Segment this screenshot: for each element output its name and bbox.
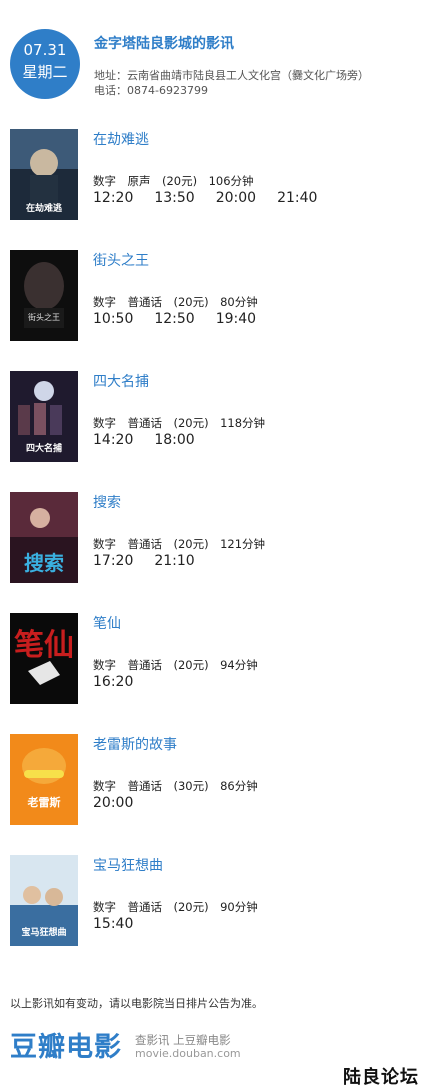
showtime[interactable]: 18:00 <box>154 432 194 448</box>
schedule-notice: 以上影讯如有变动，请以电影院当日排片公告为准。 <box>10 997 263 1010</box>
douban-movie-logo[interactable]: 豆瓣电影 <box>10 1025 122 1064</box>
showtimes: 10:50 12:50 19:40 <box>93 311 277 327</box>
showtime[interactable]: 20:00 <box>93 795 133 811</box>
showtime[interactable]: 17:20 <box>93 553 133 569</box>
date-badge: 07.31 星期二 <box>10 29 80 99</box>
forum-watermark: 陆良论坛 <box>343 1067 419 1088</box>
douban-tagline: 查影讯 上豆瓣电影 <box>135 1033 231 1047</box>
movie-item: 宝马狂想曲 宝马狂想曲 数字 普通话 (20元) 90分钟 15:40 <box>0 855 440 955</box>
showtime[interactable]: 15:40 <box>93 916 133 932</box>
showtime[interactable]: 21:10 <box>154 553 194 569</box>
cinema-name[interactable]: 金字塔陆良影城的影讯 <box>94 33 234 53</box>
movie-item: 街头之王 街头之王 数字 普通话 (20元) 80分钟 10:50 12:50 19… <box>0 250 440 350</box>
movie-title[interactable]: 街头之王 <box>93 250 149 270</box>
showtimes: 12:20 13:50 20:00 21:40 <box>93 190 338 206</box>
movie-poster[interactable]: 老雷斯 <box>10 734 78 825</box>
showtime[interactable]: 14:20 <box>93 432 133 448</box>
showtime[interactable]: 13:50 <box>154 190 194 206</box>
movie-info: 数字 普通话 (20元) 90分钟 <box>93 900 258 914</box>
svg-text:四大名捕: 四大名捕 <box>26 442 62 454</box>
svg-text:街头之王: 街头之王 <box>28 312 60 322</box>
movie-poster[interactable]: 宝马狂想曲 <box>10 855 78 946</box>
douban-site-link[interactable]: movie.douban.com <box>135 1047 241 1060</box>
movie-poster[interactable]: 搜索 <box>10 492 78 583</box>
showtimes: 14:20 18:00 <box>93 432 216 448</box>
showtime[interactable]: 16:20 <box>93 674 133 690</box>
movie-title[interactable]: 老雷斯的故事 <box>93 734 177 754</box>
cinema-address: 地址：云南省曲靖市陆良县工人文化宫（爨文化广场旁） <box>94 69 369 82</box>
svg-text:笔仙: 笔仙 <box>14 628 74 663</box>
movie-title[interactable]: 四大名捕 <box>93 371 149 391</box>
showtimes: 16:20 <box>93 674 154 690</box>
movie-title[interactable]: 笔仙 <box>93 613 121 633</box>
movie-item: 四大名捕 四大名捕 数字 普通话 (20元) 118分钟 14:20 18:00 <box>0 371 440 471</box>
movie-poster[interactable]: 笔仙 <box>10 613 78 704</box>
movie-info: 数字 原声 (20元) 106分钟 <box>93 174 254 188</box>
movie-item: 老雷斯 老雷斯的故事 数字 普通话 (30元) 86分钟 20:00 <box>0 734 440 834</box>
movie-info: 数字 普通话 (20元) 118分钟 <box>93 416 266 430</box>
movie-poster[interactable]: 在劫难逃 <box>10 129 78 220</box>
movie-info: 数字 普通话 (20元) 80分钟 <box>93 295 258 309</box>
showtime[interactable]: 12:20 <box>93 190 133 206</box>
movie-item: 搜索 搜索 数字 普通话 (20元) 121分钟 17:20 21:10 <box>0 492 440 592</box>
svg-text:宝马狂想曲: 宝马狂想曲 <box>21 926 66 938</box>
showtime[interactable]: 21:40 <box>277 190 317 206</box>
movie-info: 数字 普通话 (20元) 94分钟 <box>93 658 258 672</box>
date-text: 07.31 <box>23 41 67 59</box>
cinema-phone: 电话：0874-6923799 <box>94 84 208 97</box>
svg-text:老雷斯: 老雷斯 <box>27 795 61 809</box>
movie-info: 数字 普通话 (20元) 121分钟 <box>93 537 266 551</box>
movie-title[interactable]: 搜索 <box>93 492 121 512</box>
movie-poster[interactable]: 街头之王 <box>10 250 78 341</box>
movie-title[interactable]: 宝马狂想曲 <box>93 855 163 875</box>
showtime[interactable]: 10:50 <box>93 311 133 327</box>
movie-info: 数字 普通话 (30元) 86分钟 <box>93 779 258 793</box>
movie-title[interactable]: 在劫难逃 <box>93 129 149 149</box>
movie-item: 在劫难逃 在劫难逃 数字 原声 (20元) 106分钟 12:20 13:50 20… <box>0 129 440 229</box>
showtimes: 15:40 <box>93 916 154 932</box>
movie-poster[interactable]: 四大名捕 <box>10 371 78 462</box>
showtimes: 20:00 <box>93 795 154 811</box>
weekday-text: 星期二 <box>22 63 68 81</box>
showtime[interactable]: 19:40 <box>216 311 256 327</box>
showtimes: 17:20 21:10 <box>93 553 216 569</box>
movie-item: 笔仙 笔仙 数字 普通话 (20元) 94分钟 16:20 <box>0 613 440 713</box>
showtime[interactable]: 20:00 <box>216 190 256 206</box>
svg-text:在劫难逃: 在劫难逃 <box>26 202 63 214</box>
showtime[interactable]: 12:50 <box>154 311 194 327</box>
svg-text:搜索: 搜索 <box>24 551 64 575</box>
